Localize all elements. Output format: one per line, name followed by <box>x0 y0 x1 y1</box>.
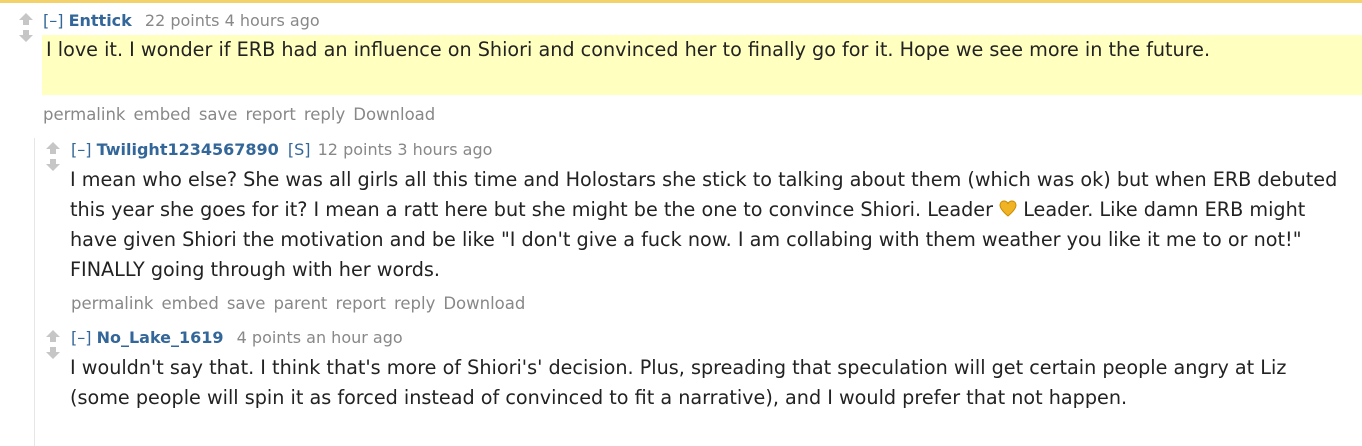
report-link[interactable]: report <box>336 294 386 313</box>
timestamp: 4 hours ago <box>224 11 320 30</box>
vote-arrows <box>45 141 61 172</box>
downvote-arrow-icon[interactable] <box>45 346 61 360</box>
comment-tagline: [–] Enttick 22 points 4 hours ago <box>43 11 320 31</box>
score: 22 points <box>144 11 220 30</box>
collapse-toggle[interactable]: [–] <box>71 328 91 347</box>
vote-arrows <box>18 12 34 43</box>
yellow-heart-icon <box>999 200 1017 217</box>
score: 4 points <box>236 328 302 347</box>
timestamp: an hour ago <box>306 328 403 347</box>
comment-body: I love it. I wonder if ERB had an influe… <box>42 35 1362 95</box>
author-link[interactable]: Enttick <box>69 11 132 30</box>
save-link[interactable]: save <box>227 294 266 313</box>
permalink-link[interactable]: permalink <box>43 105 125 124</box>
comment-no-lake: [–] No_Lake_1619 4 points an hour ago I … <box>0 320 1362 446</box>
collapse-toggle[interactable]: [–] <box>71 140 91 159</box>
collapse-toggle[interactable]: [–] <box>43 11 63 30</box>
download-link[interactable]: Download <box>443 294 525 313</box>
comment-body: I mean who else? She was all girls all t… <box>70 165 1350 285</box>
comment-text: I wouldn't say that. I think that's more… <box>70 356 1287 409</box>
download-link[interactable]: Download <box>353 105 435 124</box>
comment-tagline: [–] Twilight1234567890 [S] 12 points 3 h… <box>71 140 492 160</box>
save-link[interactable]: save <box>199 105 238 124</box>
timestamp: 3 hours ago <box>397 140 493 159</box>
permalink-link[interactable]: permalink <box>71 294 153 313</box>
reply-link[interactable]: reply <box>304 105 345 124</box>
upvote-arrow-icon[interactable] <box>45 141 61 155</box>
comment-actions: permalink embed save report reply Download <box>43 105 443 125</box>
author-link[interactable]: No_Lake_1619 <box>97 328 224 347</box>
embed-link[interactable]: embed <box>161 294 218 313</box>
embed-link[interactable]: embed <box>133 105 190 124</box>
comment-enttick: [–] Enttick 22 points 4 hours ago I love… <box>0 0 1362 135</box>
comment-tagline: [–] No_Lake_1619 4 points an hour ago <box>71 328 403 348</box>
comment-twilight: [–] Twilight1234567890 [S] 12 points 3 h… <box>0 135 1362 320</box>
downvote-arrow-icon[interactable] <box>45 158 61 172</box>
author-link[interactable]: Twilight1234567890 <box>97 140 279 159</box>
comment-actions: permalink embed save parent report reply Downl… <box>71 294 533 314</box>
vote-arrows <box>45 329 61 360</box>
comment-text: I love it. I wonder if ERB had an influe… <box>46 38 1211 61</box>
reply-link[interactable]: reply <box>394 294 435 313</box>
upvote-arrow-icon[interactable] <box>45 329 61 343</box>
submitter-tag[interactable]: [S] <box>288 140 311 159</box>
report-link[interactable]: report <box>245 105 295 124</box>
downvote-arrow-icon[interactable] <box>18 29 34 43</box>
comment-body: I wouldn't say that. I think that's more… <box>70 353 1320 413</box>
upvote-arrow-icon[interactable] <box>18 12 34 26</box>
score: 12 points <box>317 140 393 159</box>
parent-link[interactable]: parent <box>273 294 327 313</box>
